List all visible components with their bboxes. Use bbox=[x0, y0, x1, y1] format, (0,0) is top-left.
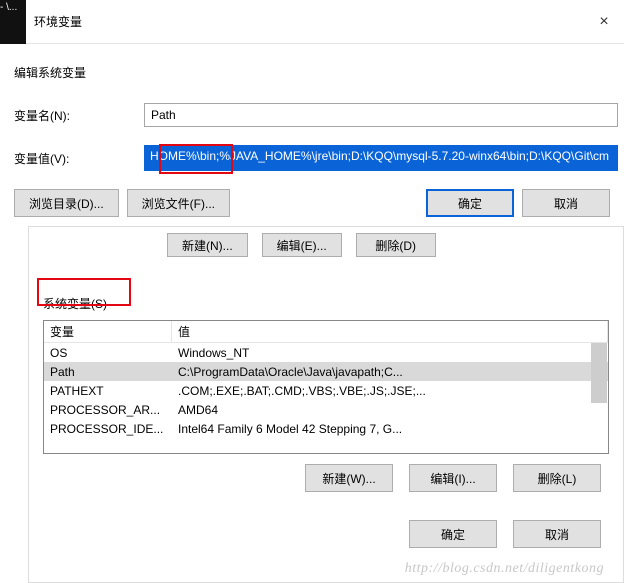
variable-value-label: 变量值(V): bbox=[14, 150, 144, 167]
table-header: 变量 值 bbox=[44, 321, 608, 343]
cell-value: .COM;.EXE;.BAT;.CMD;.VBS;.VBE;.JS;.JSE;.… bbox=[172, 384, 608, 398]
variable-value-input[interactable]: HOME%\bin;%JAVA_HOME%\jre\bin;D:\KQQ\mys… bbox=[144, 145, 618, 171]
cell-value: AMD64 bbox=[172, 403, 608, 417]
system-variables-table[interactable]: 变量 值 OSWindows_NTPathC:\ProgramData\Orac… bbox=[43, 320, 609, 454]
left-dark-strip: - \... bbox=[0, 0, 26, 44]
table-row[interactable]: PATHEXT.COM;.EXE;.BAT;.CMD;.VBS;.VBE;.JS… bbox=[44, 381, 608, 400]
cell-variable: PROCESSOR_IDE... bbox=[44, 422, 172, 436]
sys-new-button[interactable]: 新建(W)... bbox=[305, 464, 393, 492]
scrollbar-thumb[interactable] bbox=[591, 343, 607, 403]
parent-title: 环境变量 bbox=[34, 13, 584, 30]
environment-variables-panel: 新建(N)... 编辑(E)... 删除(D) 系统变量(S) 变量 值 OSW… bbox=[28, 226, 624, 583]
close-icon[interactable]: × bbox=[584, 13, 624, 31]
sys-delete-button[interactable]: 删除(L) bbox=[513, 464, 601, 492]
cell-value: Intel64 Family 6 Model 42 Stepping 7, G.… bbox=[172, 422, 608, 436]
user-delete-button[interactable]: 删除(D) bbox=[356, 233, 436, 257]
header-value[interactable]: 值 bbox=[172, 321, 608, 342]
edit-system-variable-dialog: 编辑系统变量 变量名(N): 变量值(V): HOME%\bin;%JAVA_H… bbox=[8, 52, 624, 217]
watermark: http://blog.csdn.net/diligentkong bbox=[405, 561, 604, 577]
variable-name-label: 变量名(N): bbox=[14, 107, 144, 124]
sys-edit-button[interactable]: 编辑(I)... bbox=[409, 464, 497, 492]
variable-name-input[interactable] bbox=[144, 103, 618, 127]
cell-value: Windows_NT bbox=[172, 346, 608, 360]
browse-file-button[interactable]: 浏览文件(F)... bbox=[127, 189, 230, 217]
edit-dialog-title: 编辑系统变量 bbox=[14, 64, 618, 81]
user-new-button[interactable]: 新建(N)... bbox=[167, 233, 248, 257]
table-row[interactable]: OSWindows_NT bbox=[44, 343, 608, 362]
cell-variable: OS bbox=[44, 346, 172, 360]
cell-variable: PATHEXT bbox=[44, 384, 172, 398]
cell-variable: PROCESSOR_AR... bbox=[44, 403, 172, 417]
edit-cancel-button[interactable]: 取消 bbox=[522, 189, 610, 217]
cell-variable: Path bbox=[44, 365, 172, 379]
system-variables-label: 系统变量(S) bbox=[43, 295, 623, 312]
browse-directory-button[interactable]: 浏览目录(D)... bbox=[14, 189, 119, 217]
cell-value: C:\ProgramData\Oracle\Java\javapath;C... bbox=[172, 365, 608, 379]
table-row[interactable]: PROCESSOR_IDE...Intel64 Family 6 Model 4… bbox=[44, 419, 608, 438]
header-variable[interactable]: 变量 bbox=[44, 321, 172, 342]
edit-ok-button[interactable]: 确定 bbox=[426, 189, 514, 217]
table-row[interactable]: PathC:\ProgramData\Oracle\Java\javapath;… bbox=[44, 362, 608, 381]
table-row[interactable]: PROCESSOR_AR...AMD64 bbox=[44, 400, 608, 419]
parent-titlebar: 环境变量 × bbox=[26, 0, 624, 44]
panel-ok-button[interactable]: 确定 bbox=[409, 520, 497, 548]
panel-cancel-button[interactable]: 取消 bbox=[513, 520, 601, 548]
user-edit-button[interactable]: 编辑(E)... bbox=[262, 233, 342, 257]
